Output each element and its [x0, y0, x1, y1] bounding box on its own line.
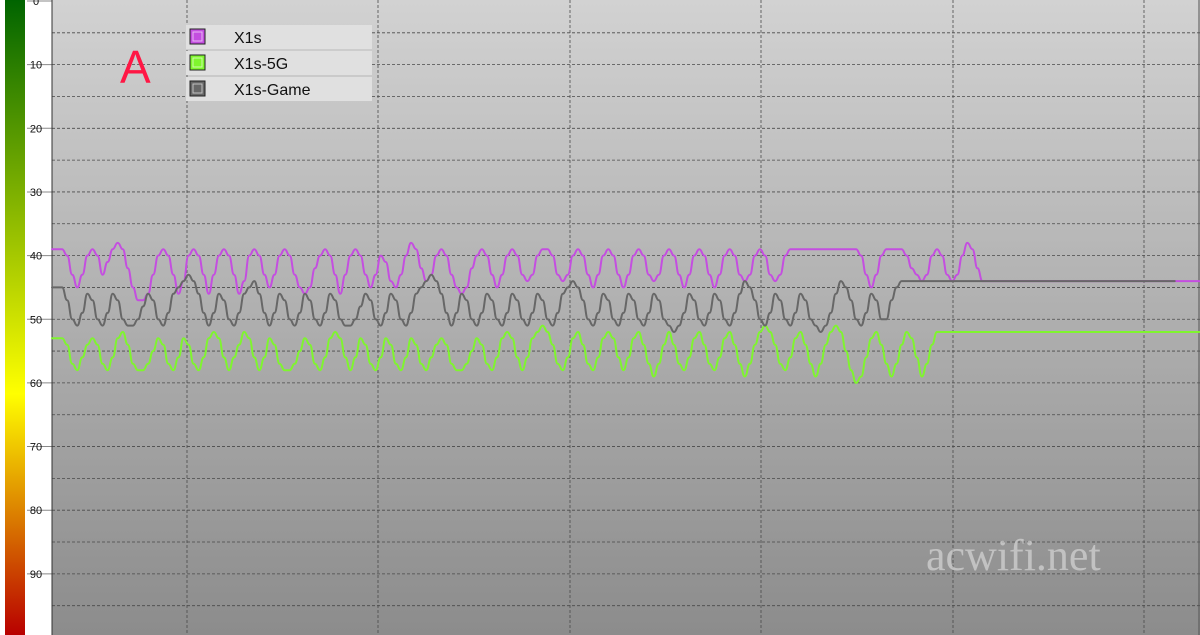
- y-tick-label: 20: [30, 123, 42, 135]
- legend-swatch: [189, 54, 206, 71]
- y-tick-label: 60: [30, 378, 42, 390]
- y-tick-label: 30: [30, 187, 42, 199]
- legend: X1s X1s-5G X1s-Game: [186, 25, 372, 101]
- legend-label: X1s-5G: [234, 56, 288, 73]
- y-tick-label: 80: [30, 505, 42, 517]
- y-tick-label: 70: [30, 442, 42, 454]
- y-tick-label: 50: [30, 314, 42, 326]
- y-tick-label: 0: [33, 0, 39, 8]
- legend-item: [186, 25, 372, 49]
- legend-swatch: [189, 80, 206, 97]
- y-tick-label: 40: [30, 251, 42, 263]
- legend-label: X1s-Game: [234, 82, 311, 99]
- annotation-a: A: [120, 41, 151, 93]
- signal-color-scale: [5, 0, 25, 635]
- watermark: acwifi.net: [926, 531, 1101, 580]
- legend-label: X1s: [234, 30, 262, 47]
- y-tick-label: 10: [30, 60, 42, 72]
- legend-swatch: [189, 28, 206, 45]
- y-tick-label: 90: [30, 569, 42, 581]
- signal-chart: 0102030405060708090 X1sX1s-5GX1s-Game A …: [0, 0, 1200, 635]
